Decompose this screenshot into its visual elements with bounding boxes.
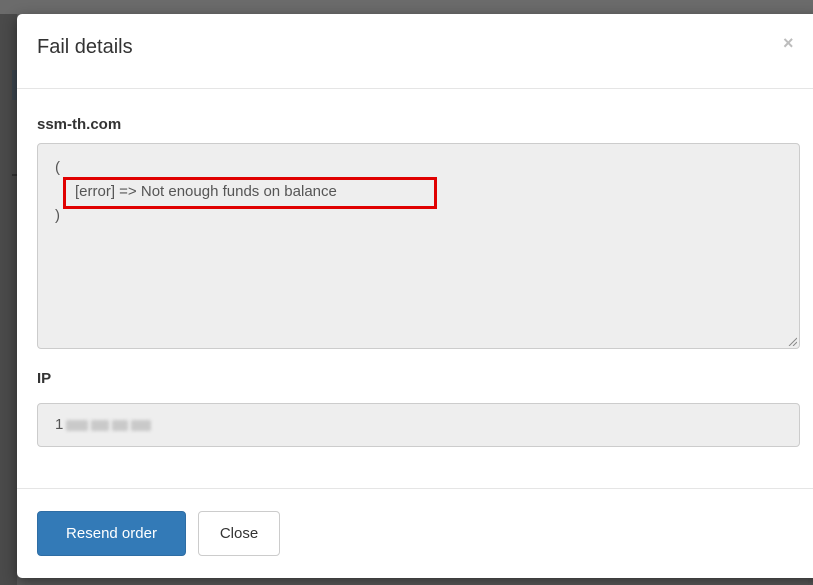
modal-footer: Resend order Close: [17, 488, 813, 578]
modal-title: Fail details: [37, 36, 133, 58]
resend-order-button[interactable]: Resend order: [37, 511, 186, 556]
error-highlight-annotation: [63, 177, 437, 209]
ip-field[interactable]: 1: [37, 403, 800, 447]
resize-grip-icon[interactable]: [787, 336, 797, 346]
details-line: (: [55, 159, 60, 176]
modal-header: Fail details ×: [17, 14, 813, 89]
redacted-block: [112, 419, 129, 431]
redacted-block: [131, 419, 152, 431]
domain-label: ssm-th.com: [37, 116, 122, 133]
ip-label: IP: [37, 370, 52, 387]
close-icon[interactable]: ×: [783, 34, 794, 52]
fail-details-modal: Fail details × ssm-th.com ( [error] => N…: [17, 14, 813, 578]
details-line: ): [55, 207, 60, 224]
background-navbar: [0, 0, 813, 14]
redacted-block: [66, 419, 89, 431]
ip-value: 1: [55, 416, 64, 433]
close-button[interactable]: Close: [198, 511, 280, 556]
background-left-edge: [0, 14, 17, 585]
error-details-textarea[interactable]: ( [error] => Not enough funds on balance…: [37, 143, 800, 349]
redacted-block: [91, 419, 110, 431]
